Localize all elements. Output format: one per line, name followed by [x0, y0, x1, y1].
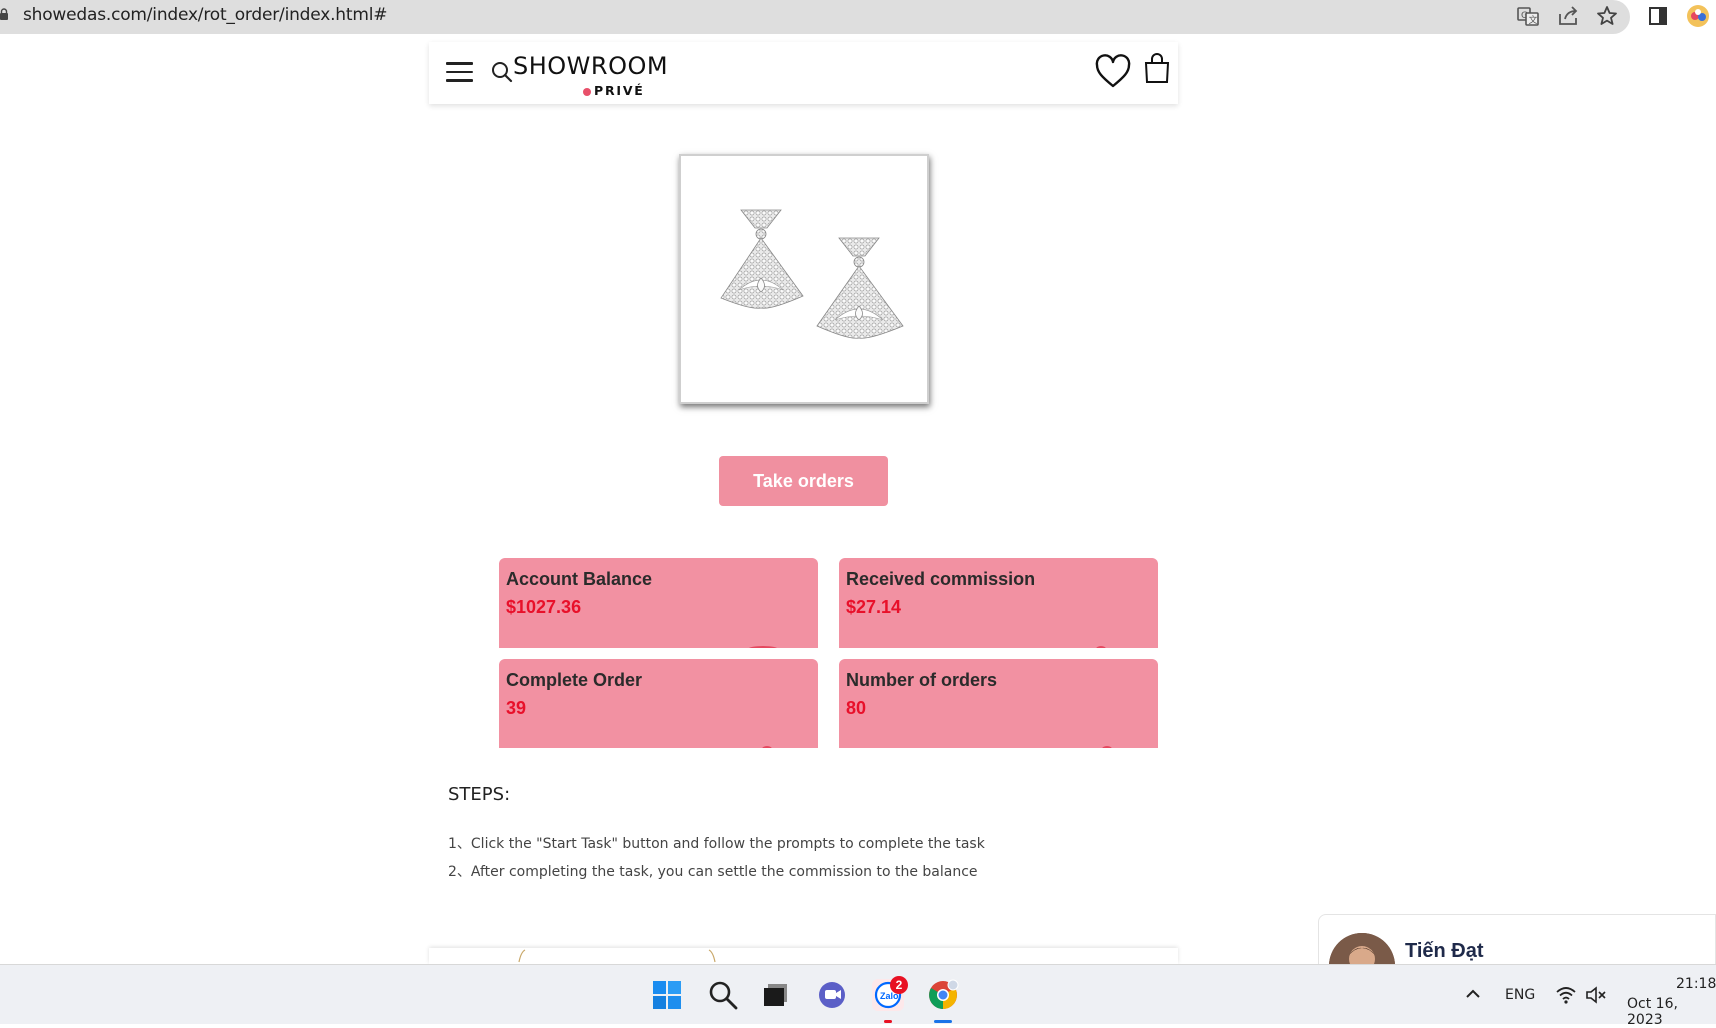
chrome-active-indicator: [934, 1020, 952, 1023]
stat-value: $27.14: [846, 597, 902, 617]
ornament-icon: [518, 949, 716, 963]
card-decoration: [762, 746, 772, 748]
stat-label: Received commission: [846, 569, 1036, 589]
stat-value: $1027.36: [506, 597, 582, 617]
stat-value: 39: [506, 698, 527, 718]
svg-text:文: 文: [1529, 14, 1538, 26]
bookmark-star-icon[interactable]: [1595, 4, 1619, 28]
language-indicator[interactable]: ENG: [1505, 987, 1535, 1003]
browser-toolbar: showedas.com/index/rot_order/index.html#…: [0, 0, 1716, 38]
chat-contact-name: Tiến Đạt: [1405, 940, 1484, 962]
logo-dot: [583, 88, 591, 96]
chrome-icon[interactable]: [927, 979, 959, 1011]
stat-value: 80: [846, 698, 867, 718]
card-decoration: [1096, 646, 1106, 648]
translate-icon[interactable]: G文: [1516, 4, 1540, 28]
zalo-notification-badge: 2: [890, 976, 908, 994]
stat-label: Number of orders: [846, 670, 998, 690]
card-decoration: [748, 646, 778, 648]
step-item: 2、After completing the task, you can set…: [448, 864, 978, 880]
next-section-card: [429, 948, 1178, 964]
wifi-icon[interactable]: [1555, 985, 1577, 1005]
account-balance-card: Account Balance $1027.36: [499, 558, 818, 648]
logo-sub-text: PRIVÉ: [594, 83, 645, 98]
product-image: [679, 154, 929, 404]
task-view-icon[interactable]: [759, 979, 791, 1011]
url-text: showedas.com/index/rot_order/index.html#: [23, 5, 388, 25]
side-panel-icon[interactable]: [1646, 4, 1670, 28]
wishlist-heart-icon[interactable]: [1094, 54, 1132, 90]
share-icon[interactable]: [1556, 4, 1580, 28]
take-orders-button[interactable]: Take orders: [719, 456, 888, 506]
logo-main-text: SHOWROOM: [513, 52, 669, 80]
address-bar[interactable]: showedas.com/index/rot_order/index.html#: [0, 0, 1630, 34]
stat-label: Complete Order: [506, 670, 643, 690]
card-decoration: [1102, 746, 1112, 748]
chevron-up-icon[interactable]: [1464, 985, 1482, 1003]
speaker-muted-icon[interactable]: [1585, 985, 1607, 1005]
number-of-orders-card: Number of orders 80: [839, 659, 1158, 748]
teams-chat-icon[interactable]: [816, 979, 848, 1011]
site-header: SHOWROOM PRIVÉ: [429, 42, 1178, 104]
taskbar: Zalo ENG 21:18 Oct 16, 2023: [0, 964, 1716, 1028]
clock-date[interactable]: Oct 16, 2023: [1627, 996, 1716, 1028]
showroom-prive-logo[interactable]: SHOWROOM PRIVÉ: [513, 52, 683, 98]
windows-start-icon[interactable]: [651, 979, 683, 1011]
lock-icon: [0, 8, 8, 20]
clock-time[interactable]: 21:18: [1676, 976, 1716, 992]
menu-icon[interactable]: [446, 62, 473, 84]
zalo-active-indicator: [884, 1020, 892, 1023]
earrings-image: [720, 209, 904, 339]
search-taskbar-icon[interactable]: [707, 979, 739, 1011]
person-avatar-icon: [1329, 933, 1395, 965]
step-item: 1、Click the "Start Task" button and foll…: [448, 836, 985, 852]
received-commission-card: Received commission $27.14: [839, 558, 1158, 648]
steps-title: STEPS:: [448, 784, 511, 805]
complete-order-card: Complete Order 39: [499, 659, 818, 748]
stat-label: Account Balance: [506, 569, 653, 589]
search-icon[interactable]: [490, 60, 514, 84]
chat-avatar: [1329, 933, 1395, 965]
shopping-bag-icon[interactable]: [1142, 52, 1172, 84]
profile-avatar-icon[interactable]: [1686, 4, 1710, 28]
chat-popup[interactable]: Tiến Đạt: [1318, 914, 1716, 966]
